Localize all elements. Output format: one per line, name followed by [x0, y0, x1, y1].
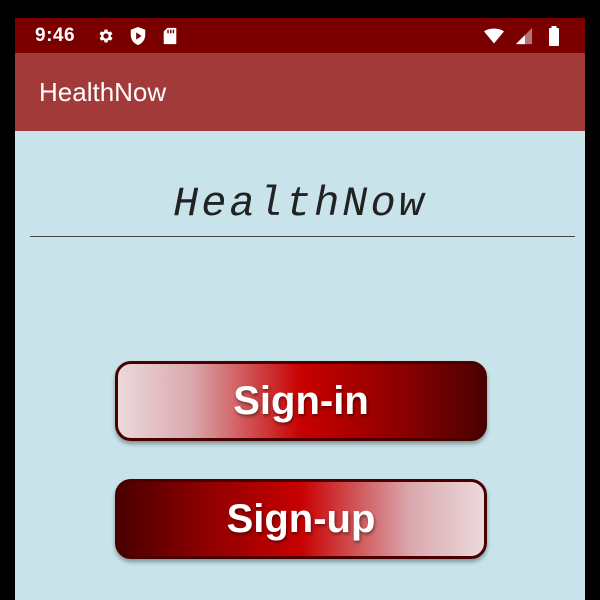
logo-title: HealthNow — [173, 180, 427, 228]
app-bar: HealthNow — [15, 53, 585, 131]
status-right-group — [479, 25, 569, 47]
shield-play-icon — [127, 25, 149, 47]
app-screen: 9:46 HealthNow HealthNow Sign-in Sign-up — [15, 0, 585, 600]
sd-card-icon — [159, 25, 181, 47]
title-divider — [30, 236, 575, 237]
sign-up-button[interactable]: Sign-up — [115, 479, 487, 559]
app-bar-title: HealthNow — [39, 76, 167, 107]
status-bar: 9:46 — [15, 18, 585, 53]
screen-bezel — [15, 0, 585, 18]
wifi-icon — [483, 25, 505, 47]
gear-icon — [95, 25, 117, 47]
battery-icon — [543, 25, 565, 47]
cell-signal-icon — [513, 25, 535, 47]
sign-in-button[interactable]: Sign-in — [115, 361, 487, 441]
status-time: 9:46 — [35, 24, 76, 46]
